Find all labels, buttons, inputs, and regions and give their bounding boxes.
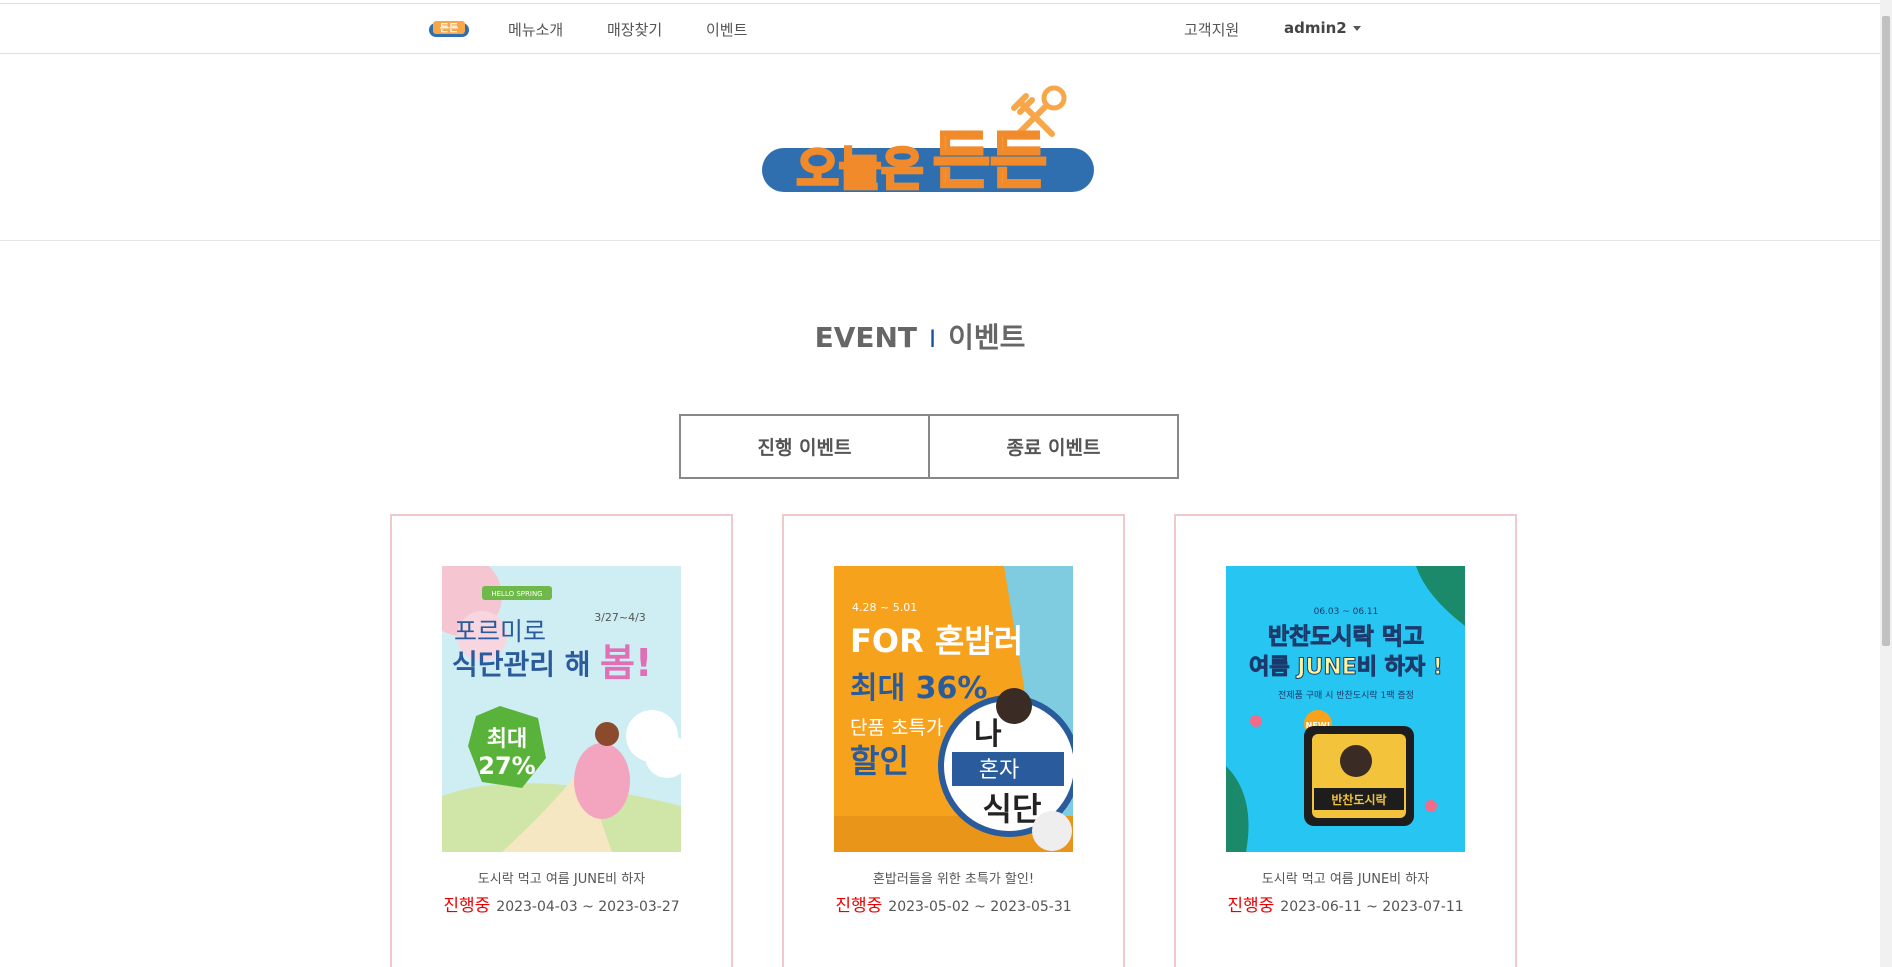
- banner2-line-2: FOR 혼밥러: [850, 622, 1023, 660]
- event-dates: 2023-04-03 ~ 2023-03-27: [496, 899, 680, 915]
- title-separator: I: [929, 325, 937, 353]
- admin-dropdown[interactable]: admin2: [1284, 19, 1361, 37]
- nav-menu-link[interactable]: 메뉴소개: [508, 19, 563, 40]
- page-title-ko: 이벤트: [948, 321, 1026, 354]
- top-navbar: 든든 메뉴소개 매장찾기 이벤트 고객지원 admin2: [0, 3, 1880, 54]
- event-card[interactable]: HELLO SPRING 3/27~4/3 포르미로 식단관리 해 봄! 최대 …: [390, 514, 733, 967]
- banner2-line-6: 나: [974, 717, 1002, 752]
- banner2-line-3: 최대 36%: [850, 671, 987, 706]
- header-logo-text-right: 든든: [933, 124, 1047, 197]
- scrollbar-thumb[interactable]: [1882, 16, 1890, 646]
- event-status-badge: 진행중: [835, 896, 883, 916]
- page-title-en: EVENT: [814, 321, 918, 354]
- event-banner-image[interactable]: HELLO SPRING 3/27~4/3 포르미로 식단관리 해 봄! 최대 …: [442, 566, 681, 852]
- banner2-line-7: 혼자: [979, 758, 1019, 783]
- nav-logo[interactable]: 든든: [428, 20, 470, 39]
- banner2-line-1: 4.28 ~ 5.01: [852, 601, 917, 614]
- event-banner-image[interactable]: 06.03 ~ 06.11 반찬도시락 먹고 여름 JUNE비 하자 ! 전제품…: [1226, 566, 1465, 852]
- event-dates: 2023-05-02 ~ 2023-05-31: [888, 899, 1072, 915]
- event-meta: 진행중 2023-04-03 ~ 2023-03-27: [392, 891, 731, 916]
- event-status-badge: 진행중: [443, 896, 491, 916]
- nav-logo-text: 든든: [440, 23, 458, 35]
- banner3-line-3: 여름 JUNE비 하자 !: [1249, 655, 1443, 680]
- header-logo-text-left: 오늘은: [797, 142, 924, 196]
- banner3-line-2: 반찬도시락 먹고: [1268, 624, 1424, 650]
- tab-ended-events[interactable]: 종료 이벤트: [928, 416, 1177, 477]
- banner2-line-4: 단품 초특가: [850, 717, 943, 739]
- banner1-line-2: 3/27~4/3: [594, 611, 646, 624]
- banner3-line-4: 전제품 구매 시 반찬도시락 1팩 증정: [1278, 689, 1414, 701]
- event-meta: 진행중 2023-06-11 ~ 2023-07-11: [1176, 891, 1515, 916]
- event-status-badge: 진행중: [1227, 896, 1275, 916]
- header-logo[interactable]: 오늘은 든든: [760, 82, 1096, 202]
- event-dates: 2023-06-11 ~ 2023-07-11: [1280, 899, 1464, 915]
- banner3-line-1: 06.03 ~ 06.11: [1314, 607, 1379, 617]
- event-card[interactable]: 06.03 ~ 06.11 반찬도시락 먹고 여름 JUNE비 하자 ! 전제품…: [1174, 514, 1517, 967]
- event-tabs: 진행 이벤트 종료 이벤트: [679, 414, 1179, 479]
- event-description: 도시락 먹고 여름 JUNE비 하자: [477, 872, 646, 887]
- event-description: 혼밥러들을 위한 초특가 할인!: [872, 872, 1035, 887]
- page-scrollbar[interactable]: [1880, 0, 1892, 967]
- banner1-line-5: 봄!: [600, 641, 652, 685]
- nav-support-link[interactable]: 고객지원: [1184, 19, 1239, 40]
- event-description: 도시락 먹고 여름 JUNE비 하자: [1261, 872, 1430, 887]
- banner3-line-6: 반찬도시락: [1331, 792, 1386, 807]
- banner1-line-4: 식단관리 해: [452, 648, 591, 681]
- event-card[interactable]: 4.28 ~ 5.01 FOR 혼밥러 최대 36% 단품 초특가 할인 나 혼…: [782, 514, 1125, 967]
- event-meta: 진행중 2023-05-02 ~ 2023-05-31: [784, 891, 1123, 916]
- admin-label: admin2: [1284, 19, 1347, 37]
- event-banner-image[interactable]: 4.28 ~ 5.01 FOR 혼밥러 최대 36% 단품 초특가 할인 나 혼…: [834, 566, 1073, 852]
- banner1-line-3: 포르미로: [454, 617, 546, 646]
- banner1-line-6: 최대: [487, 727, 527, 752]
- banner1-line-1: HELLO SPRING: [491, 590, 542, 598]
- tab-ongoing-events[interactable]: 진행 이벤트: [681, 416, 928, 477]
- banner2-line-8: 식단: [983, 790, 1042, 828]
- site-header: 오늘은 든든: [0, 54, 1880, 241]
- banner2-line-5: 할인: [850, 742, 909, 780]
- nav-event-link[interactable]: 이벤트: [706, 19, 747, 40]
- nav-store-link[interactable]: 매장찾기: [607, 19, 662, 40]
- banner1-line-7: 27%: [478, 752, 535, 780]
- caret-down-icon: [1352, 26, 1361, 31]
- page-title: EVENT I 이벤트: [0, 316, 1840, 356]
